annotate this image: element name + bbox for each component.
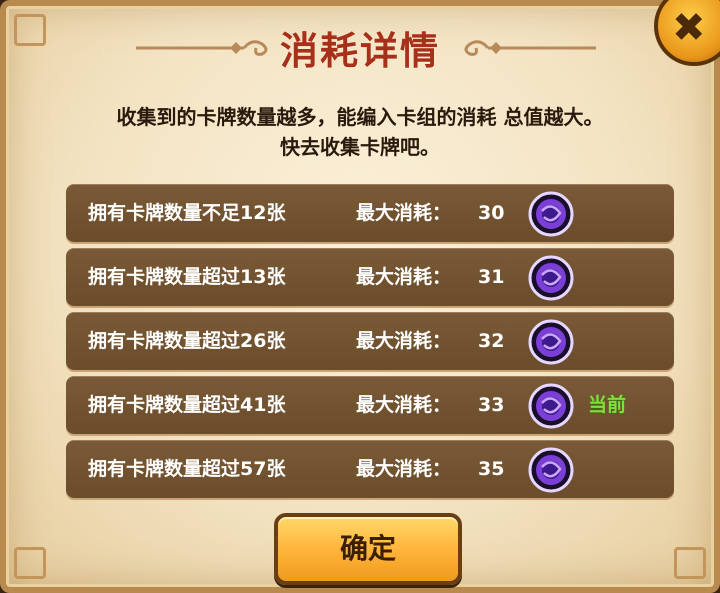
max-cost-value: 32	[478, 330, 505, 352]
confirm-button[interactable]: 确定	[274, 513, 462, 585]
frame-corner-ornament	[674, 547, 706, 579]
max-cost-value: 33	[478, 394, 505, 416]
cost-tier-row: 拥有卡牌数量超过41张 最大消耗： 33 当前	[66, 376, 674, 434]
cost-tier-row: 拥有卡牌数量超过26张 最大消耗： 32	[66, 312, 674, 370]
description-line-2: 快去收集卡牌吧。	[280, 135, 440, 159]
dialog-title: 消耗详情	[279, 29, 440, 73]
tier-condition: 拥有卡牌数量超过13张	[88, 266, 286, 288]
cost-tier-row: 拥有卡牌数量不足12张 最大消耗： 30	[66, 184, 674, 242]
frame-corner-ornament	[14, 547, 46, 579]
max-cost-value: 31	[478, 266, 505, 288]
tier-condition: 拥有卡牌数量超过26张	[88, 330, 286, 352]
purple-orb-icon	[528, 319, 574, 365]
close-x-icon: ✖	[672, 5, 706, 51]
tier-condition: 拥有卡牌数量超过57张	[88, 458, 286, 480]
max-cost-value: 30	[478, 202, 505, 224]
dialog-description: 收集到的卡牌数量越多，能编入卡组的消耗 总值越大。 快去收集卡牌吧。	[36, 102, 684, 162]
purple-orb-icon	[528, 383, 574, 429]
purple-orb-icon	[528, 255, 574, 301]
max-cost-label: 最大消耗：	[356, 202, 452, 224]
tier-condition: 拥有卡牌数量不足12张	[88, 202, 286, 224]
current-tier-tag: 当前	[588, 394, 627, 416]
cost-tier-row: 拥有卡牌数量超过13张 最大消耗： 31	[66, 248, 674, 306]
purple-orb-icon	[528, 191, 574, 237]
max-cost-label: 最大消耗：	[356, 394, 452, 416]
max-cost-label: 最大消耗：	[356, 266, 452, 288]
description-line-1: 收集到的卡牌数量越多，能编入卡组的消耗 总值越大。	[116, 105, 604, 129]
purple-orb-icon	[528, 447, 574, 493]
tier-condition: 拥有卡牌数量超过41张	[88, 394, 286, 416]
cost-details-dialog: 消耗详情 收集到的卡牌数量越多，能编入卡组的消耗 总值越大。 快去收集卡牌吧。 …	[0, 0, 720, 593]
max-cost-value: 35	[478, 458, 505, 480]
max-cost-label: 最大消耗：	[356, 330, 452, 352]
cost-tier-row: 拥有卡牌数量超过57张 最大消耗： 35	[66, 440, 674, 498]
max-cost-label: 最大消耗：	[356, 458, 452, 480]
